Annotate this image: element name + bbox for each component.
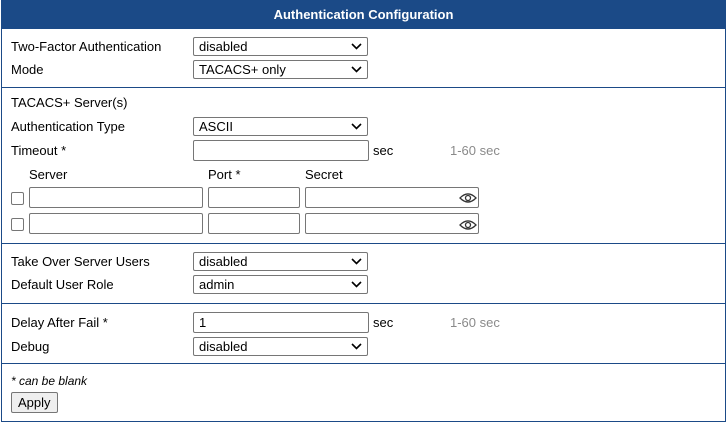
section-divider xyxy=(2,87,725,88)
mode-select[interactable]: TACACS+ only xyxy=(193,60,368,79)
default-role-select[interactable]: admin xyxy=(193,275,368,294)
port-column-header: Port * xyxy=(208,167,241,182)
section-divider xyxy=(2,243,725,244)
server-row-2-server-input[interactable] xyxy=(29,213,203,234)
server-row-2-checkbox[interactable] xyxy=(11,218,24,231)
chevron-down-icon xyxy=(351,66,362,73)
mode-value: TACACS+ only xyxy=(199,62,286,77)
debug-select[interactable]: disabled xyxy=(193,337,368,356)
timeout-label: Timeout * xyxy=(11,143,67,158)
take-over-label: Take Over Server Users xyxy=(11,254,150,269)
server-row-1-checkbox[interactable] xyxy=(11,192,24,205)
auth-type-label: Authentication Type xyxy=(11,119,125,134)
two-factor-label: Two-Factor Authentication xyxy=(11,39,162,54)
timeout-input[interactable] xyxy=(193,140,369,161)
two-factor-select[interactable]: disabled xyxy=(193,37,368,56)
tacacs-section-label: TACACS+ Server(s) xyxy=(11,95,128,110)
chevron-down-icon xyxy=(351,43,362,50)
debug-value: disabled xyxy=(199,339,248,354)
delay-unit: sec xyxy=(373,315,394,330)
take-over-value: disabled xyxy=(199,254,248,269)
blank-note: * can be blank xyxy=(11,374,88,388)
auth-type-select[interactable]: ASCII xyxy=(193,117,368,136)
two-factor-value: disabled xyxy=(199,39,248,54)
chevron-down-icon xyxy=(351,281,362,288)
eye-icon[interactable] xyxy=(459,219,477,231)
auth-config-panel: Authentication Configuration Two-Factor … xyxy=(1,0,726,422)
auth-type-value: ASCII xyxy=(199,119,233,134)
server-row-1-port-input[interactable] xyxy=(208,187,300,208)
timeout-unit: sec xyxy=(373,143,394,158)
server-row-1-secret-input[interactable] xyxy=(305,187,479,208)
timeout-range: 1-60 sec xyxy=(450,143,500,158)
server-row-2-secret-input[interactable] xyxy=(305,213,479,234)
secret-column-header: Secret xyxy=(305,167,343,182)
take-over-select[interactable]: disabled xyxy=(193,252,368,271)
default-role-label: Default User Role xyxy=(11,277,114,292)
chevron-down-icon xyxy=(351,343,362,350)
section-divider xyxy=(2,363,725,364)
apply-button[interactable]: Apply xyxy=(11,392,58,413)
default-role-value: admin xyxy=(199,277,235,292)
delay-range: 1-60 sec xyxy=(450,315,500,330)
section-divider xyxy=(2,303,725,304)
debug-label: Debug xyxy=(11,339,50,354)
server-column-header: Server xyxy=(29,167,68,182)
chevron-down-icon xyxy=(351,258,362,265)
delay-label: Delay After Fail * xyxy=(11,315,108,330)
eye-icon[interactable] xyxy=(459,192,477,204)
delay-input[interactable] xyxy=(193,312,369,333)
server-row-2-port-input[interactable] xyxy=(208,213,300,234)
server-row-1-server-input[interactable] xyxy=(29,187,203,208)
chevron-down-icon xyxy=(351,123,362,130)
panel-title: Authentication Configuration xyxy=(2,1,725,29)
mode-label: Mode xyxy=(11,62,44,77)
